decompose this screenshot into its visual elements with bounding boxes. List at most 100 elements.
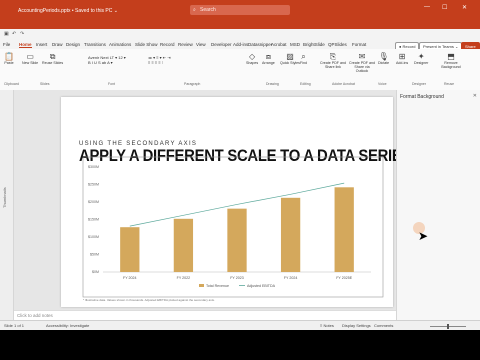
- reuse-slides-icon: ⧉: [49, 52, 56, 61]
- add-ins-icon: ⊞: [398, 52, 406, 61]
- file-name[interactable]: AccountingPeriods.pptx • Saved to this P…: [18, 8, 118, 14]
- tab-review[interactable]: Review: [178, 42, 193, 47]
- tab-home[interactable]: Home: [19, 42, 32, 48]
- tab-record[interactable]: Record: [160, 42, 175, 47]
- paragraph-controls[interactable]: ≔ ▾ ≡ ▾ ⇤ ⇥ ≡ ≡ ≡ ≡ ⫶: [148, 55, 171, 65]
- chart[interactable]: $0M $50M $100M $150M $200M $250M $300M FY 2024 F…: [61, 97, 393, 307]
- zoom-slider-handle[interactable]: [447, 324, 449, 329]
- reuse-slides-button[interactable]: ⧉ Reuse Slides: [42, 52, 63, 65]
- shapes-label: Shapes: [246, 61, 259, 65]
- tab-format[interactable]: Format: [352, 42, 366, 47]
- quick-access-bar: ▣ ↶ ↷: [0, 29, 480, 40]
- undo-icon[interactable]: ↶: [12, 31, 16, 37]
- tab-slide-show[interactable]: Slide Show: [135, 42, 158, 47]
- thumbnail-pane[interactable]: Thumbnails: [0, 90, 14, 320]
- tab-qpslides[interactable]: QPSlides: [328, 42, 347, 47]
- tab-add-ins[interactable]: Add-ins: [233, 42, 248, 47]
- y-tick-label: $0M: [92, 270, 99, 274]
- close-button[interactable]: ✕: [462, 4, 467, 11]
- tab-acrobat[interactable]: Acrobat: [271, 42, 287, 47]
- search-icon: ⌕: [193, 7, 196, 13]
- new-slide-button[interactable]: ▭ New Slide: [22, 52, 38, 65]
- notes-placeholder: Click to add notes: [17, 313, 53, 318]
- create-pdf-outlook-button[interactable]: ✉ Create PDF and Share via Outlook: [348, 52, 376, 73]
- x-tick-label: FY 2024: [123, 276, 137, 280]
- thumbnails-label: Thumbnails: [2, 187, 7, 208]
- tab-transitions[interactable]: Transitions: [84, 42, 106, 47]
- title-bar: AccountingPeriods.pptx • Saved to this P…: [0, 0, 480, 29]
- mouse-cursor-icon: ➤: [418, 229, 429, 243]
- tab-brightslide[interactable]: BrightSlide: [303, 42, 325, 47]
- tab-datasnipper[interactable]: Datasnipper: [248, 42, 272, 47]
- arrange-button[interactable]: ⧈ Arrange: [262, 52, 275, 65]
- remove-background-button[interactable]: ⬒ Remove Background: [436, 52, 466, 69]
- group-font: Font: [108, 82, 116, 86]
- paste-button[interactable]: 📋 Paste: [4, 52, 14, 65]
- group-editing: Editing: [300, 82, 311, 86]
- arrange-label: Arrange: [262, 61, 275, 65]
- comments-button[interactable]: Comments: [374, 323, 393, 328]
- bar-total-revenue: [280, 197, 301, 272]
- tab-file[interactable]: File: [3, 42, 10, 47]
- group-adobe: Adobe Acrobat: [332, 82, 355, 86]
- quick-styles-button[interactable]: ▨ Quick Styles: [280, 52, 300, 65]
- close-icon[interactable]: ✕: [473, 93, 477, 99]
- y-tick-label: $250M: [88, 183, 99, 187]
- search-box[interactable]: ⌕ Search: [190, 5, 290, 15]
- legend-label-ebitda: Adjusted EBITDA: [247, 284, 276, 288]
- tab-view[interactable]: View: [196, 42, 206, 47]
- find-button[interactable]: ⌕ Find: [300, 52, 307, 65]
- group-slides: Slides: [40, 82, 50, 86]
- clipboard-icon: 📋: [4, 52, 14, 61]
- bar-total-revenue: [120, 227, 140, 272]
- bar-total-revenue: [334, 187, 354, 272]
- remove-background-label: Remove Background: [441, 61, 461, 69]
- video-letterbox: [0, 330, 480, 360]
- tab-insert[interactable]: Insert: [36, 42, 47, 47]
- minimize-button[interactable]: —: [424, 4, 430, 10]
- font-name-box[interactable]: Avenir Next LT ▾ 12 ▾ B I U S ab A ▾: [88, 55, 126, 65]
- tab-animations[interactable]: Animations: [109, 42, 131, 47]
- find-icon: ⌕: [301, 52, 306, 61]
- bar-total-revenue: [227, 208, 247, 272]
- group-drawing: Drawing: [266, 82, 279, 86]
- find-label: Find: [300, 61, 307, 65]
- add-ins-button[interactable]: ⊞ Add-ins: [396, 52, 408, 65]
- group-paragraph: Paragraph: [184, 82, 201, 86]
- shapes-icon: ◇: [249, 52, 256, 61]
- pdf-link-icon: ⎘: [329, 52, 337, 61]
- shapes-button[interactable]: ◇ Shapes: [246, 52, 258, 65]
- format-background-pane: Format Background ✕: [396, 90, 480, 320]
- y-tick-label: $150M: [88, 218, 99, 222]
- chart-footnote: * Illustrative data. Values shown in tho…: [83, 298, 215, 302]
- dictate-button[interactable]: 🎙 Dictate: [378, 52, 389, 65]
- tab-developer[interactable]: Developer: [211, 42, 232, 47]
- create-pdf-share-link-button[interactable]: ⎘ Create PDF and Share link: [320, 52, 346, 69]
- accessibility-status[interactable]: Accessibility: Investigate: [46, 323, 89, 328]
- group-reuse: Reuse: [444, 82, 455, 86]
- dictate-label: Dictate: [378, 61, 390, 65]
- designer-button[interactable]: ✦ Designer: [414, 52, 428, 65]
- y-tick-label: $200M: [88, 200, 99, 204]
- y-tick-label: $300M: [88, 165, 99, 169]
- pdf-outlook-icon: ✉: [358, 52, 366, 61]
- slide[interactable]: APPLY A DIFFERENT SCALE TO A DATA SERIES…: [61, 97, 411, 307]
- group-clipboard: Clipboard: [4, 82, 19, 86]
- group-designer: Designer: [412, 82, 427, 86]
- add-ins-label: Add-ins: [396, 61, 409, 65]
- x-tick-label: FY 2024: [284, 276, 298, 280]
- x-tick-label: FY 2025E: [336, 276, 353, 280]
- tab-design[interactable]: Design: [66, 42, 80, 47]
- legend-label-revenue: Total Revenue: [206, 284, 229, 288]
- redo-icon[interactable]: ↷: [20, 31, 24, 37]
- display-settings-button[interactable]: Display Settings: [342, 323, 371, 328]
- designer-label: Designer: [414, 61, 429, 65]
- tab-msd[interactable]: MSD: [290, 42, 300, 47]
- save-icon[interactable]: ▣: [4, 31, 9, 37]
- notes-button[interactable]: ≡ Notes: [320, 323, 334, 328]
- new-slide-icon: ▭: [26, 52, 34, 61]
- quick-styles-label: Quick Styles: [280, 61, 300, 65]
- tab-draw[interactable]: Draw: [52, 42, 63, 47]
- maximize-button[interactable]: ☐: [442, 4, 447, 11]
- powerpoint-window: AccountingPeriods.pptx • Saved to this P…: [0, 0, 480, 360]
